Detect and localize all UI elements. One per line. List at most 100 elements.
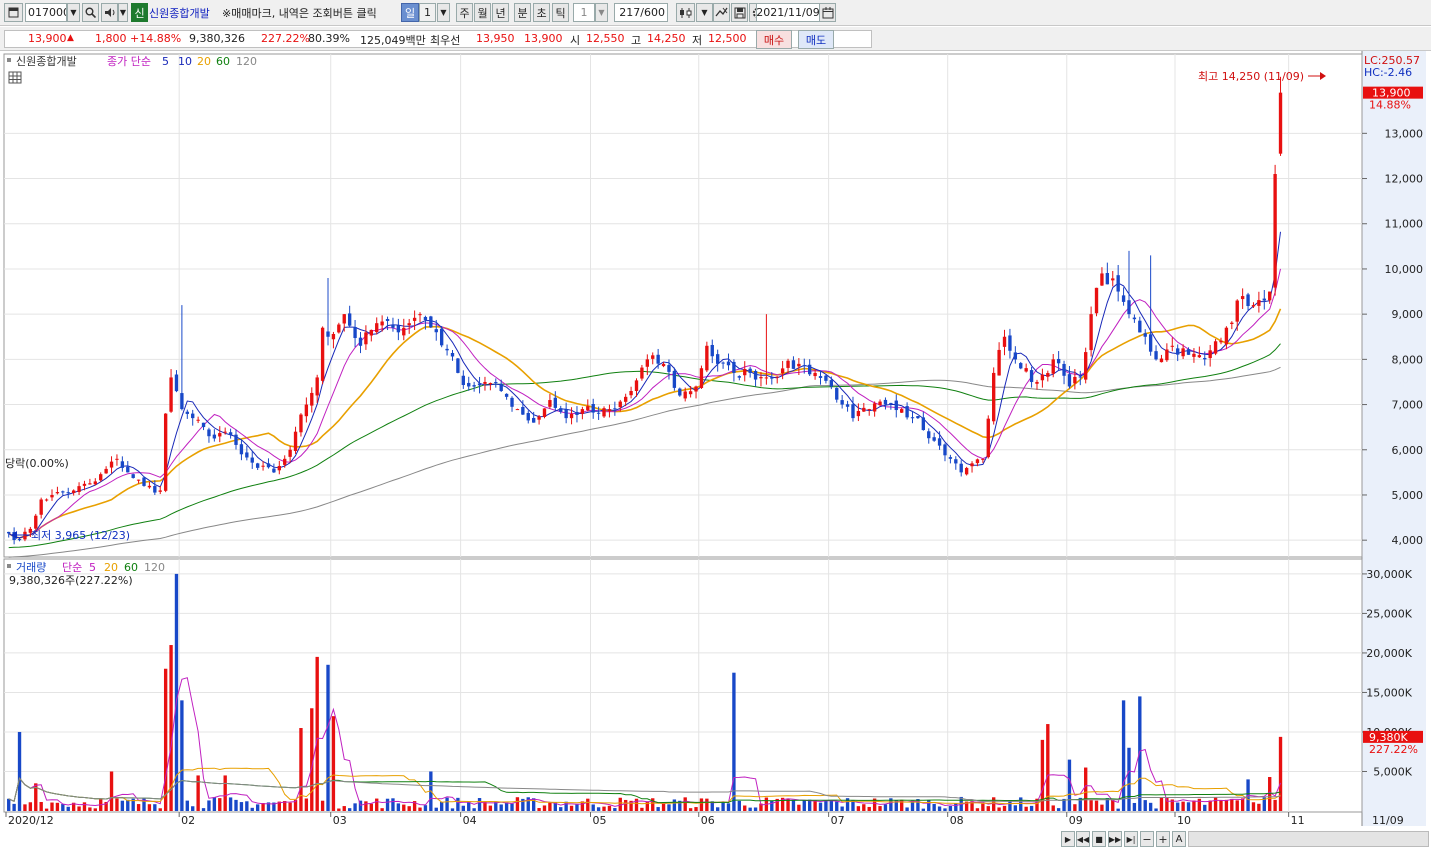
volume-bar bbox=[218, 798, 222, 811]
x-tick-label: 04 bbox=[463, 814, 477, 827]
candle-body bbox=[970, 463, 974, 467]
volume-bar bbox=[396, 803, 401, 811]
candle-body bbox=[1013, 352, 1018, 360]
candle-body bbox=[878, 401, 882, 406]
speaker-dropdown-icon[interactable]: ▼ bbox=[118, 3, 128, 22]
calendar-icon[interactable] bbox=[819, 3, 836, 22]
volume-bar bbox=[905, 807, 909, 811]
stock-chart[interactable]: 4,000 5,000 6,000 7,000 8,000 9,000 10,000 11,0… bbox=[0, 51, 1431, 851]
candle-body bbox=[293, 431, 298, 452]
candle-body bbox=[1089, 314, 1093, 351]
tick-value-dropdown-icon[interactable]: ▼ bbox=[595, 3, 608, 22]
save-icon[interactable] bbox=[731, 3, 748, 22]
candle-body bbox=[147, 485, 152, 488]
period-week-button[interactable]: 주 bbox=[456, 3, 473, 22]
volume-bar bbox=[488, 805, 493, 811]
candle-body bbox=[997, 349, 1001, 376]
candle-body bbox=[1067, 374, 1072, 387]
candle-body bbox=[656, 354, 660, 364]
volume-bar bbox=[472, 808, 476, 811]
period-month-button[interactable]: 월 bbox=[474, 3, 491, 22]
candle-body bbox=[1213, 341, 1218, 354]
candle-body bbox=[634, 380, 639, 392]
tick-value-input[interactable]: 1 bbox=[573, 3, 595, 22]
candle-body bbox=[856, 410, 861, 417]
candle-body bbox=[196, 419, 200, 421]
volume-bar bbox=[342, 806, 346, 811]
candle-body bbox=[640, 367, 644, 379]
candle-body bbox=[569, 413, 574, 419]
auto-scale-icon[interactable]: A bbox=[1172, 831, 1186, 847]
horizontal-scrollbar[interactable] bbox=[1188, 831, 1429, 847]
candle-body bbox=[591, 403, 595, 413]
candle-body bbox=[564, 409, 568, 419]
volume-bar bbox=[824, 801, 828, 811]
volume-bar bbox=[434, 807, 438, 811]
price-tick-label: 4,000 bbox=[1392, 534, 1424, 547]
candle-body bbox=[1116, 275, 1120, 292]
volume-bar bbox=[77, 806, 81, 811]
candle-body bbox=[916, 416, 920, 419]
volume-bar bbox=[88, 807, 92, 811]
volume-bar bbox=[288, 802, 292, 811]
candle-body bbox=[1203, 357, 1207, 360]
period-tick-button[interactable]: 틱 bbox=[552, 3, 569, 22]
candle-type-dropdown-icon[interactable]: ▼ bbox=[696, 3, 713, 22]
candle-body bbox=[537, 416, 541, 420]
left-annotation: 당락(0.00%) bbox=[5, 457, 69, 470]
candle-body bbox=[775, 376, 779, 378]
period-value-input[interactable]: 1 bbox=[419, 3, 436, 22]
candle-body bbox=[835, 387, 839, 400]
volume-bar bbox=[1148, 802, 1153, 811]
candle-body bbox=[1111, 278, 1115, 281]
period-minute-button[interactable]: 분 bbox=[514, 3, 531, 22]
stock-code-input[interactable]: 017000 bbox=[25, 3, 67, 22]
code-dropdown-icon[interactable]: ▼ bbox=[67, 3, 80, 22]
candle-body bbox=[559, 408, 563, 412]
grid-table-icon[interactable] bbox=[8, 71, 22, 84]
zoom-in-icon[interactable]: + bbox=[1156, 831, 1170, 847]
chart-navigation: ▶ ◀◀ ■ ▶▶ ▶| − + A bbox=[1061, 831, 1431, 849]
stop-icon[interactable]: ■ bbox=[1092, 831, 1106, 847]
period-day-button[interactable]: 일 bbox=[401, 3, 419, 22]
period-value-dropdown-icon[interactable]: ▼ bbox=[437, 3, 450, 22]
volume-legend-name: 거래량 bbox=[16, 561, 46, 574]
period-second-button[interactable]: 초 bbox=[533, 3, 550, 22]
date-input[interactable]: 2021/11/09 bbox=[756, 3, 820, 22]
candle-body bbox=[889, 402, 893, 404]
candle-type-icon[interactable] bbox=[676, 3, 695, 22]
volume-bar bbox=[212, 797, 217, 811]
scroll-end-icon[interactable]: ▶| bbox=[1124, 831, 1138, 847]
search-icon[interactable] bbox=[82, 3, 99, 22]
sell-button[interactable]: 매도 bbox=[798, 30, 834, 49]
speaker-icon[interactable] bbox=[101, 3, 118, 22]
zoom-out-icon[interactable]: − bbox=[1140, 831, 1154, 847]
buy-button[interactable]: 매수 bbox=[756, 30, 792, 49]
forward-icon[interactable]: ▶▶ bbox=[1108, 831, 1122, 847]
candle-body bbox=[1262, 298, 1266, 301]
candle-body bbox=[99, 474, 103, 481]
candle-body bbox=[732, 361, 736, 373]
candle-body bbox=[553, 397, 557, 408]
volume-bar bbox=[185, 800, 189, 811]
candle-body bbox=[407, 323, 411, 326]
volume-bar bbox=[126, 799, 130, 811]
candle-body bbox=[77, 486, 81, 492]
period-year-button[interactable]: 년 bbox=[492, 3, 509, 22]
indicator-icon[interactable] bbox=[713, 3, 730, 22]
window-menu-icon[interactable] bbox=[4, 3, 23, 22]
rewind-icon[interactable]: ◀◀ bbox=[1076, 831, 1090, 847]
candle-body bbox=[450, 352, 455, 357]
candle-body bbox=[515, 409, 520, 411]
volume-bar bbox=[207, 800, 211, 811]
data-count-input[interactable]: 217/600 bbox=[614, 3, 668, 22]
volume-bar bbox=[596, 807, 601, 811]
volume-legend-ma60: 60 bbox=[124, 561, 138, 574]
candle-body bbox=[326, 331, 330, 337]
candle-body bbox=[1154, 351, 1158, 360]
volume-bar bbox=[61, 804, 65, 811]
candle-body bbox=[104, 468, 108, 474]
x-tick-label: 09 bbox=[1069, 814, 1083, 827]
scroll-right-icon[interactable]: ▶ bbox=[1061, 831, 1075, 847]
volume-bar bbox=[683, 797, 687, 811]
